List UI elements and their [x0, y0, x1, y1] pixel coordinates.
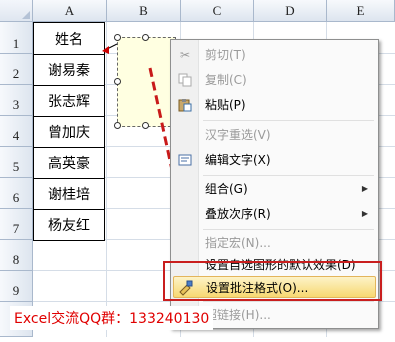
paste-icon — [177, 97, 193, 113]
submenu-arrow-icon: ▶ — [361, 184, 368, 193]
menu-item-edit-text[interactable]: 编辑文字(X) — [173, 149, 376, 171]
menu-item-label: 叠放次序(R) — [205, 207, 271, 221]
menu-item-label: 超链接(H)... — [205, 308, 271, 322]
spreadsheet: A B C D E 1 2 3 4 5 6 7 8 9 10 姓名 谢易秦 张志… — [0, 0, 395, 337]
menu-item-label: 剪切(T) — [205, 48, 246, 62]
menu-item-group[interactable]: 组合(G) ▶ — [173, 178, 376, 200]
copy-icon — [177, 72, 193, 88]
menu-item-label: 汉字重选(V) — [205, 128, 271, 142]
menu-item-order[interactable]: 叠放次序(R) ▶ — [173, 203, 376, 225]
menu-item-label: 组合(G) — [205, 182, 248, 196]
menu-item-paste[interactable]: 粘贴(P) — [173, 94, 376, 116]
submenu-arrow-icon: ▶ — [361, 209, 368, 218]
menu-item-hanzi-reselect[interactable]: 汉字重选(V) — [173, 124, 376, 146]
comment-indicator-icon — [102, 46, 109, 54]
highlight-frame — [163, 261, 382, 301]
scissors-icon: ✂ — [179, 48, 191, 62]
menu-item-label: 指定宏(N)... — [205, 236, 271, 250]
promo-text: Excel交流QQ群：133240130 — [10, 306, 214, 330]
menu-item-cut[interactable]: ✂ 剪切(T) — [173, 44, 376, 66]
edit-text-icon — [177, 152, 193, 168]
menu-item-label: 粘贴(P) — [205, 98, 246, 112]
menu-item-label: 编辑文字(X) — [205, 153, 271, 167]
menu-item-assign-macro[interactable]: 指定宏(N)... — [173, 232, 376, 254]
menu-item-label: 复制(C) — [205, 73, 247, 87]
menu-item-copy[interactable]: 复制(C) — [173, 69, 376, 91]
